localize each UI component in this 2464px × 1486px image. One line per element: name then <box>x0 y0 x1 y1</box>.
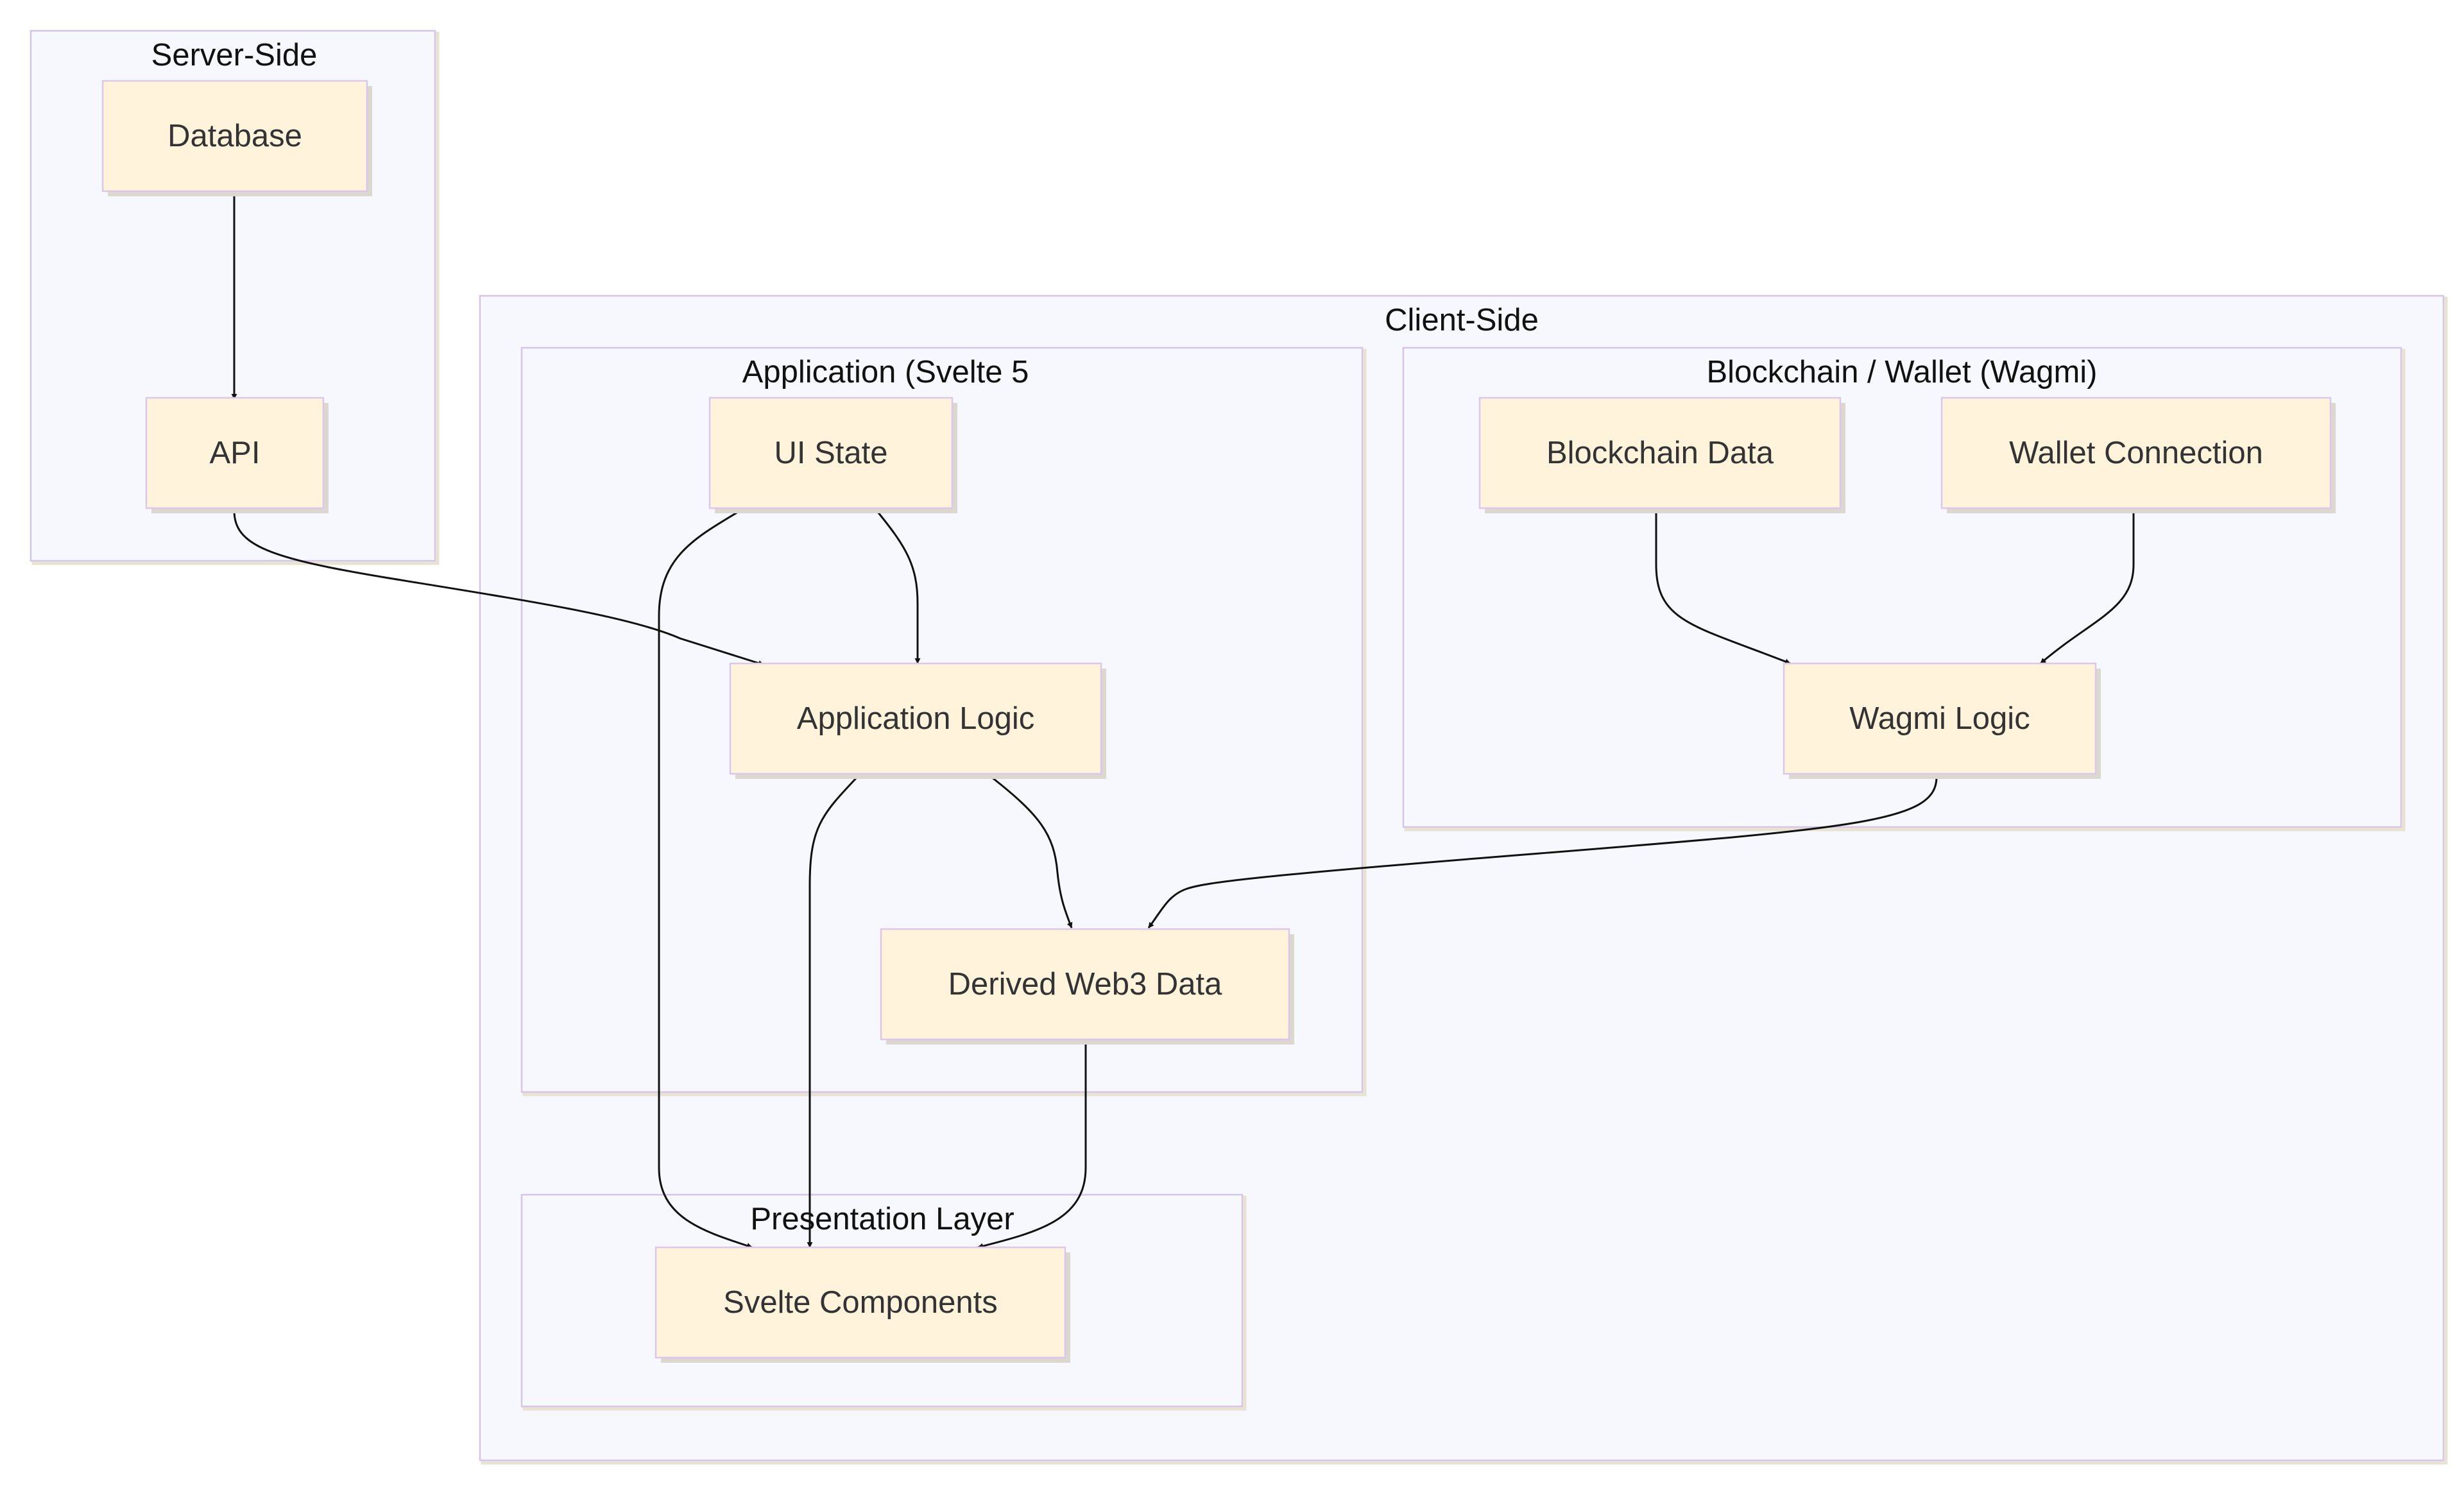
node-label-database: Database <box>167 119 302 153</box>
cluster-title-presentation-layer: Presentation Layer <box>750 1202 1014 1236</box>
node-application-logic[interactable]: Application Logic <box>729 662 1106 779</box>
node-svelte-components[interactable]: Svelte Components <box>654 1246 1070 1363</box>
node-wallet-connection[interactable]: Wallet Connection <box>1940 397 2336 513</box>
node-label-application-logic: Application Logic <box>797 701 1034 736</box>
node-derived-web3-data[interactable]: Derived Web3 Data <box>880 928 1294 1045</box>
node-label-derived-web3-data: Derived Web3 Data <box>948 967 1222 1002</box>
node-wagmi-logic[interactable]: Wagmi Logic <box>1783 662 2101 779</box>
node-label-blockchain-data: Blockchain Data <box>1546 436 1774 470</box>
node-blockchain-data[interactable]: Blockchain Data <box>1478 397 1845 513</box>
cluster-title-application: Application (Svelte 5 <box>742 355 1029 389</box>
cluster-title-client-side: Client-Side <box>1385 303 1539 337</box>
node-label-wallet-connection: Wallet Connection <box>2009 436 2263 470</box>
node-label-svelte-components: Svelte Components <box>723 1285 998 1320</box>
cluster-title-blockchain-wallet: Blockchain / Wallet (Wagmi) <box>1706 355 2097 389</box>
node-label-ui-state: UI State <box>774 436 887 470</box>
cluster-title-server-side: Server-Side <box>151 38 318 73</box>
node-database[interactable]: Database <box>101 80 372 196</box>
node-label-api: API <box>210 436 261 470</box>
node-ui-state[interactable]: UI State <box>708 397 957 513</box>
node-label-wagmi-logic: Wagmi Logic <box>1849 701 2030 736</box>
architecture-diagram: Server-Side Client-Side Application (Sve… <box>30 30 2448 1465</box>
node-api[interactable]: API <box>145 397 329 513</box>
